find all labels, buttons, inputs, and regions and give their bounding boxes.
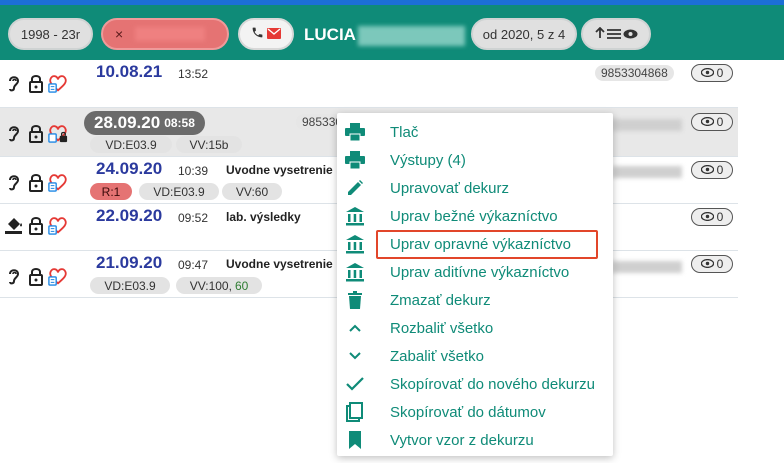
eye-icon xyxy=(700,257,714,271)
record-number: 9853304868 xyxy=(595,65,674,81)
views-badge[interactable]: 0 xyxy=(691,161,733,179)
heart-doc-icon xyxy=(48,214,68,236)
redacted-field xyxy=(612,119,682,131)
chevron-down-icon xyxy=(344,345,366,367)
menu-item-delete[interactable]: Zmazať dekurz xyxy=(337,286,613,314)
trash-icon xyxy=(344,289,366,311)
ear-icon xyxy=(4,122,24,144)
bookmark-icon xyxy=(344,429,366,451)
date-range-chip[interactable]: od 2020, 5 z 4 xyxy=(471,18,577,50)
printer-icon xyxy=(344,149,366,171)
vv-chip: VV:100, 60 xyxy=(176,277,262,294)
views-badge[interactable]: 0 xyxy=(691,113,733,131)
lock-icon xyxy=(26,171,46,193)
lock-icon xyxy=(26,265,46,287)
menu-item-copy-to-new[interactable]: Skopírovať do nového dekurzu xyxy=(337,370,613,398)
eye-icon xyxy=(700,210,714,224)
vd-chip: VD:E03.9 xyxy=(139,183,219,200)
mail-icon xyxy=(267,27,281,42)
ear-icon xyxy=(4,171,24,193)
vd-chip: VD:E03.9 xyxy=(90,136,172,153)
chevron-up-icon xyxy=(344,317,366,339)
lock-icon xyxy=(26,72,46,94)
record-date: 24.09.20 xyxy=(96,159,163,178)
views-badge[interactable]: 0 xyxy=(691,64,733,82)
vv-chip: VV:15b xyxy=(176,136,242,153)
record-time: 13:52 xyxy=(178,67,209,81)
context-menu: Tlač Výstupy (4) Upravovať dekurz Uprav … xyxy=(337,113,613,456)
bank-icon xyxy=(344,233,366,255)
menu-item-copy-to-dates[interactable]: Skopírovať do dátumov xyxy=(337,398,613,426)
menu-item-expand-all[interactable]: Rozbaliť všetko xyxy=(337,314,613,342)
redacted-field xyxy=(612,166,682,178)
contact-button[interactable] xyxy=(238,18,294,50)
record-time: 10:39 xyxy=(178,164,209,178)
pencil-icon xyxy=(344,177,366,199)
record-date-chip[interactable]: 28.09.20 08:58 xyxy=(84,111,205,135)
menu-item-collapse-all[interactable]: Zabaliť všetko xyxy=(337,342,613,370)
vv-chip: VV:60 xyxy=(222,183,282,200)
printer-icon xyxy=(344,121,366,143)
menu-item-outputs[interactable]: Výstupy (4) xyxy=(337,146,613,174)
redacted-field xyxy=(135,27,206,41)
menu-item-additive-reporting[interactable]: Uprav aditívne výkazníctvo xyxy=(337,258,613,286)
heart-doc-icon xyxy=(48,72,68,94)
record-date: 22.09.20 xyxy=(96,206,163,225)
eye-icon xyxy=(700,163,714,177)
menu-item-corrective-reporting[interactable]: Uprav opravné výkazníctvo xyxy=(337,230,613,258)
menu-item-edit[interactable]: Upravovať dekurz xyxy=(337,174,613,202)
patient-name: LUCIA xyxy=(304,25,356,44)
record-title: lab. výsledky xyxy=(226,210,301,224)
close-icon: × xyxy=(115,26,124,42)
menu-item-print[interactable]: Tlač xyxy=(337,118,613,146)
ear-icon xyxy=(4,72,24,94)
eye-icon xyxy=(700,66,714,80)
lines-icon xyxy=(606,27,621,42)
years-chip[interactable]: 1998 - 23r xyxy=(8,18,93,50)
redacted-surname xyxy=(358,26,465,46)
patient-clear-button[interactable]: × xyxy=(101,18,229,50)
views-badge[interactable]: 0 xyxy=(691,255,733,273)
check-icon xyxy=(344,373,366,395)
vd-chip: VD:E03.9 xyxy=(90,277,170,294)
redacted-field xyxy=(612,261,682,273)
arrow-up-icon xyxy=(594,26,605,42)
top-bar: 1998 - 23r × LUCIA od 2020, 5 z 4 xyxy=(0,0,784,60)
record-row[interactable]: 10.08.21 13:52 9853304868 0 xyxy=(0,60,738,108)
bank-icon xyxy=(344,261,366,283)
record-title: Uvodne vysetrenie xyxy=(226,163,333,177)
bank-icon xyxy=(344,205,366,227)
record-time: 09:52 xyxy=(178,211,209,225)
phone-icon xyxy=(251,26,264,42)
ear-icon xyxy=(4,265,24,287)
menu-item-regular-reporting[interactable]: Uprav bežné výkazníctvo xyxy=(337,202,613,230)
record-title: Uvodne vysetrenie xyxy=(226,257,333,271)
record-date: 21.09.20 xyxy=(96,253,163,272)
heart-doc-icon xyxy=(48,171,68,193)
record-time: 09:47 xyxy=(178,258,209,272)
sort-view-button[interactable] xyxy=(581,18,651,50)
menu-item-create-template[interactable]: Vytvor vzor z dekurzu xyxy=(337,426,613,454)
record-date: 10.08.21 xyxy=(96,62,163,81)
eye-icon xyxy=(700,115,714,129)
lock-icon xyxy=(26,122,46,144)
fill-bucket-icon xyxy=(4,214,24,236)
eye-icon xyxy=(623,27,638,42)
views-badge[interactable]: 0 xyxy=(691,208,733,226)
heart-lock-icon xyxy=(48,122,68,144)
copy-icon xyxy=(344,401,366,423)
r-chip: R:1 xyxy=(90,183,132,200)
lock-icon xyxy=(26,214,46,236)
heart-doc-icon xyxy=(48,265,68,287)
